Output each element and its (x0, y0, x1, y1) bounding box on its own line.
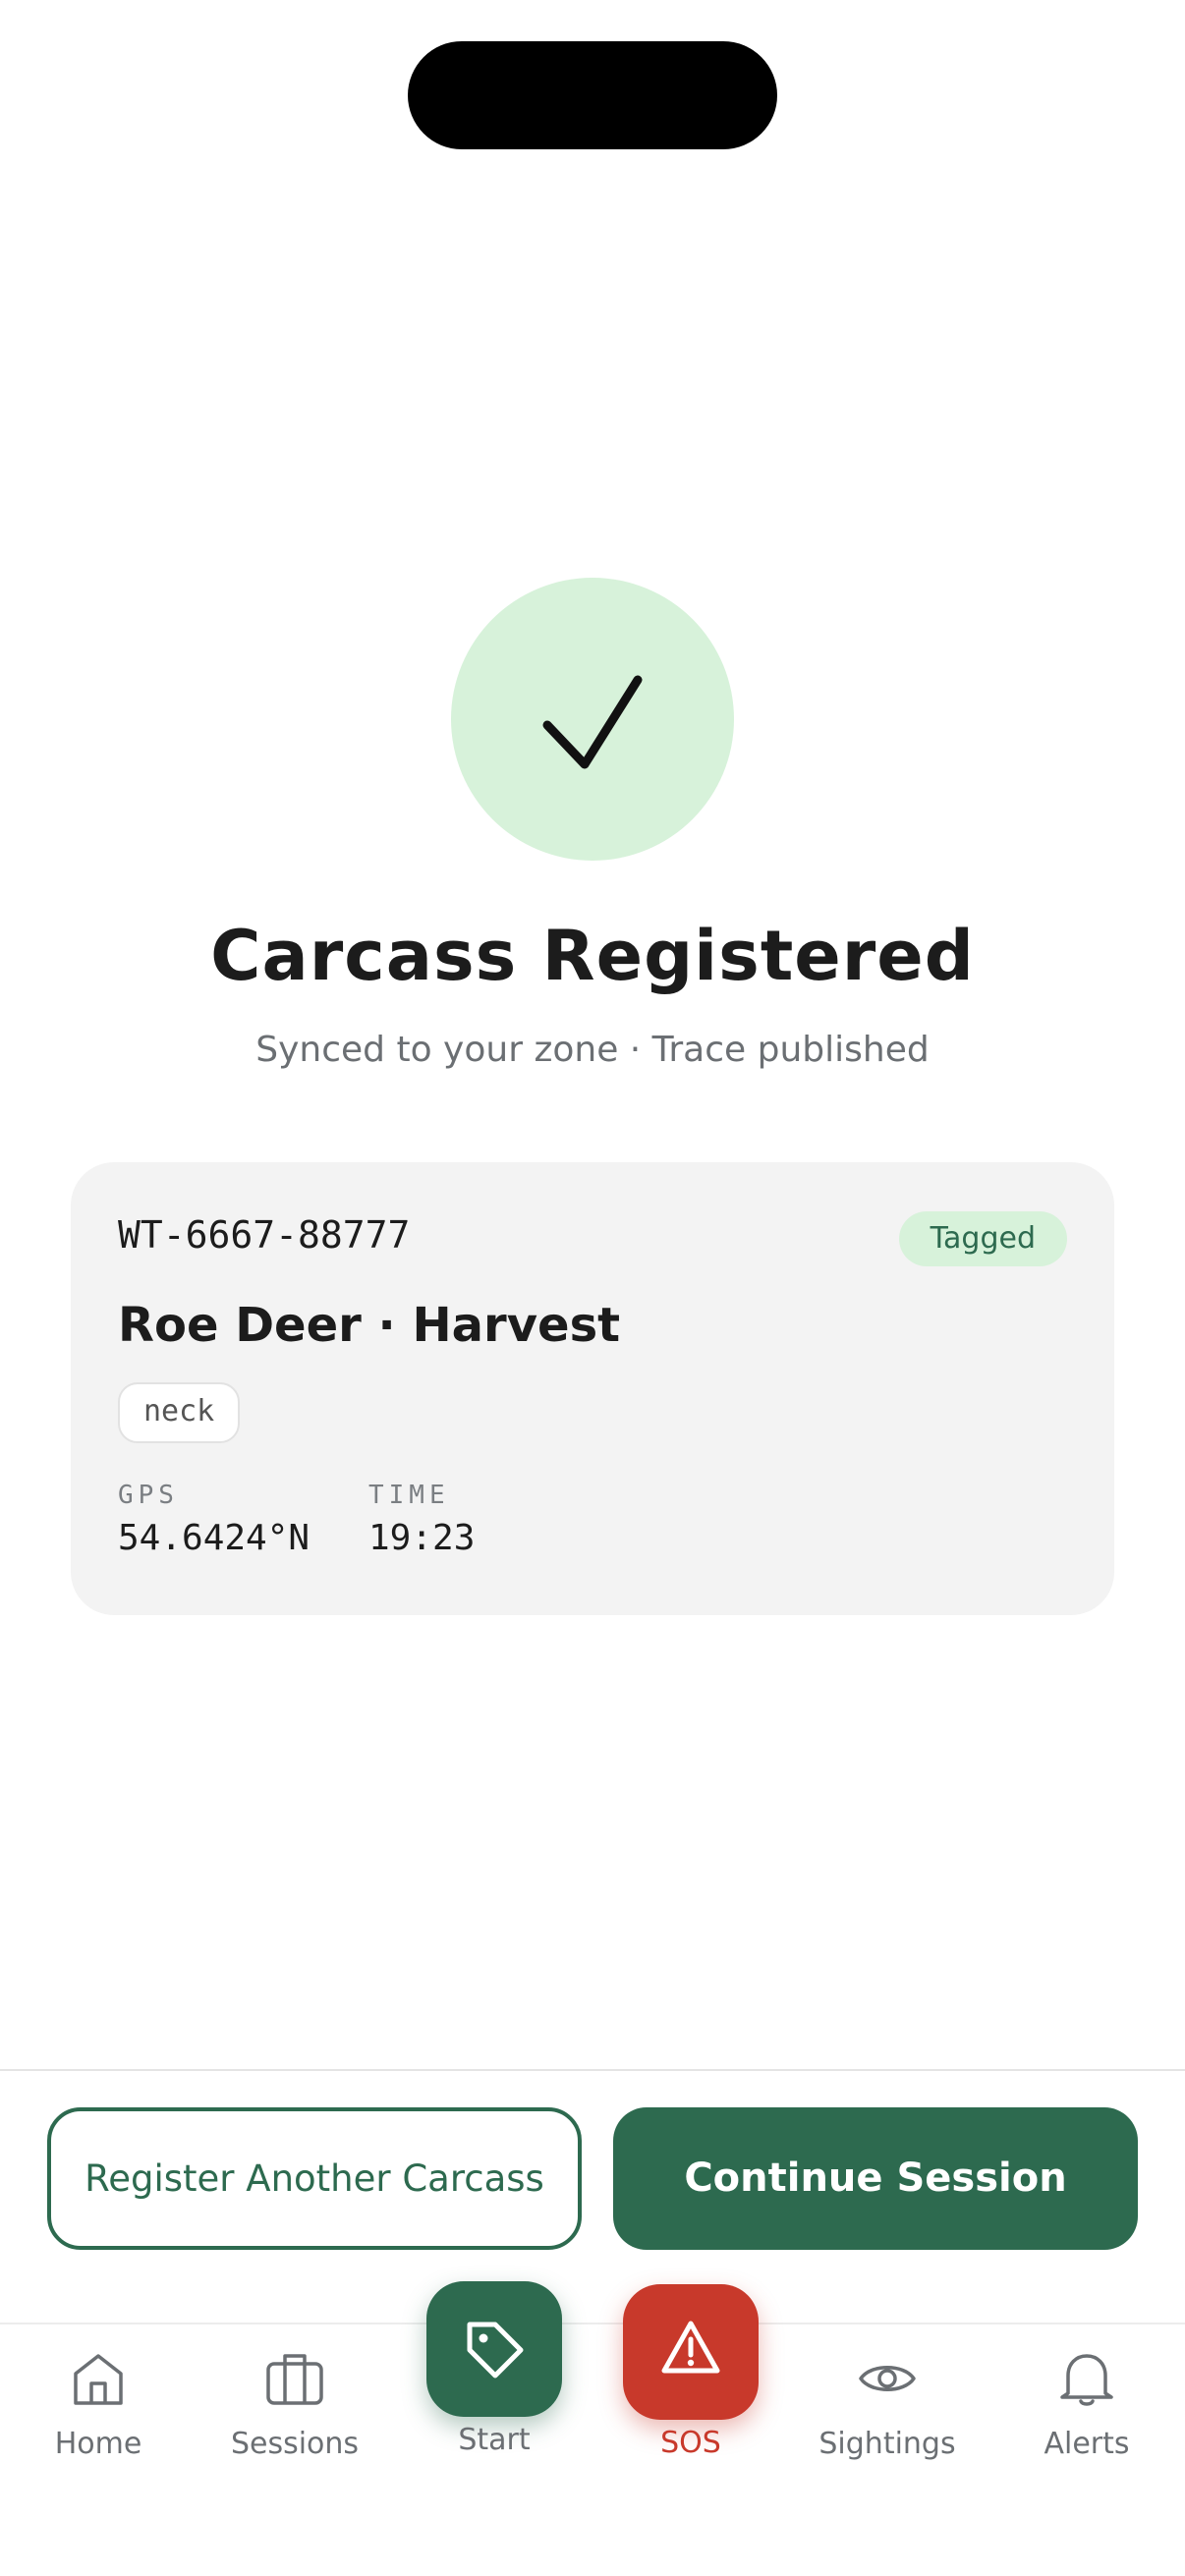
nav-divider (0, 2323, 1185, 2324)
tag-id: WT-6667-88777 (118, 1213, 411, 1257)
warning-icon (661, 2321, 720, 2374)
gps-value: 54.6424°N (118, 1518, 310, 1558)
nav-label-sos: SOS (660, 2426, 721, 2460)
register-another-button[interactable]: Register Another Carcass (47, 2107, 582, 2250)
nav-label-alerts: Alerts (1044, 2427, 1130, 2461)
nav-item-sightings[interactable]: Sightings (789, 2348, 986, 2461)
camera-notch (408, 41, 777, 149)
gps-label: GPS (118, 1481, 179, 1510)
nav-label-start: Start (458, 2423, 531, 2457)
carcass-summary-card: WT-6667-88777 Tagged Roe Deer · Harvest … (71, 1162, 1114, 1615)
nav-label-home: Home (54, 2427, 142, 2461)
continue-session-button[interactable]: Continue Session (613, 2107, 1138, 2250)
success-badge (451, 578, 734, 861)
nav-item-sessions[interactable]: Sessions (197, 2348, 393, 2461)
start-button[interactable] (426, 2281, 562, 2417)
nav-label-sessions: Sessions (230, 2427, 360, 2461)
nav-item-home[interactable]: Home (0, 2348, 197, 2461)
page-title: Carcass Registered (210, 916, 975, 996)
animal-heading: Roe Deer · Harvest (118, 1298, 621, 1353)
nav-item-alerts[interactable]: Alerts (988, 2348, 1185, 2461)
status-badge: Tagged (898, 1211, 1067, 1266)
checkmark-icon (542, 675, 643, 769)
time-label: TIME (368, 1481, 450, 1510)
eye-icon (859, 2366, 916, 2391)
nav-label-sightings: Sightings (818, 2427, 956, 2461)
home-icon (74, 2354, 123, 2405)
sos-button[interactable] (623, 2284, 759, 2420)
tag-location-chip: neck (118, 1382, 241, 1443)
gps-field: GPS 54.6424°N (118, 1481, 310, 1558)
tag-icon (467, 2322, 524, 2379)
page-subtitle: Synced to your zone · Trace published (255, 1030, 930, 1070)
time-field: TIME 19:23 (368, 1481, 475, 1558)
divider (0, 2069, 1185, 2071)
time-value: 19:23 (368, 1518, 476, 1558)
bell-icon (1060, 2354, 1113, 2406)
briefcase-icon (266, 2354, 323, 2405)
